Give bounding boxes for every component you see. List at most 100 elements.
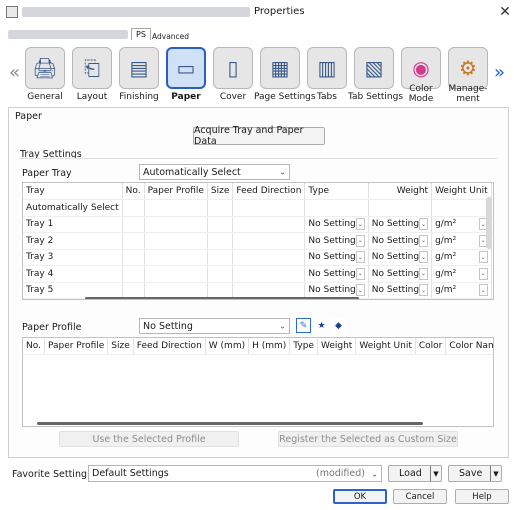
- unit-select[interactable]: g/m² ⌄: [435, 251, 488, 264]
- ribbon-tile-tab-settings[interactable]: ▧: [354, 47, 394, 89]
- ribbon-tile-finishing[interactable]: ▤: [119, 47, 159, 89]
- ribbon-tile-general[interactable]: 🖨: [25, 47, 65, 89]
- tray-col-header[interactable]: Type: [304, 183, 369, 200]
- favorite-setting-select[interactable]: Default Settings (modified) ⌄: [88, 465, 382, 482]
- ribbon-label-7[interactable]: Tab Settings: [348, 92, 403, 102]
- ribbon-label-9[interactable]: Manage-ment: [442, 84, 494, 104]
- ribbon-label-3[interactable]: Paper: [160, 92, 212, 102]
- tray-col-header[interactable]: Weight Unit: [431, 183, 492, 200]
- load-button[interactable]: Load ▼: [388, 465, 442, 482]
- chevron-down-icon[interactable]: ⌄: [355, 284, 365, 297]
- load-dropdown-icon[interactable]: ▼: [430, 466, 441, 481]
- tray-col-header[interactable]: Feed Direction: [232, 183, 306, 200]
- unit-select[interactable]: g/m² ⌄: [435, 218, 488, 231]
- unit-select[interactable]: g/m² ⌄: [435, 284, 488, 297]
- chevron-down-icon[interactable]: ⌄: [419, 251, 429, 264]
- tag-icon[interactable]: ◆: [331, 318, 346, 333]
- chevron-down-icon[interactable]: ⌄: [419, 284, 429, 297]
- tray-col-header[interactable]: Paper Profile: [144, 183, 208, 200]
- profile-col-header[interactable]: Paper Profile: [44, 338, 109, 355]
- profile-col-header[interactable]: W (mm): [205, 338, 250, 355]
- chevron-down-icon[interactable]: ⌄: [419, 234, 429, 247]
- tray-col-header[interactable]: Tray: [23, 183, 123, 200]
- weight-select[interactable]: No Setting ⌄: [372, 218, 429, 231]
- tray-col-header[interactable]: Weight: [368, 183, 433, 200]
- ribbon-label-4[interactable]: Cover: [207, 92, 259, 102]
- register-custom-size-button[interactable]: Register the Selected as Custom Size: [278, 431, 458, 447]
- tray-table[interactable]: Tray No. Paper Profile Size Feed Direction Ty…: [22, 182, 494, 300]
- paper-profile-select[interactable]: No Setting ⌄: [139, 318, 290, 334]
- ribbon-label-8[interactable]: Color Mode: [395, 84, 447, 104]
- save-button[interactable]: Save ▼: [448, 465, 502, 482]
- tray-col-header[interactable]: Size: [207, 183, 234, 200]
- chevron-down-icon[interactable]: ⌄: [355, 251, 365, 264]
- help-button[interactable]: Help: [455, 489, 509, 504]
- profile-col-header[interactable]: Weight Unit: [355, 338, 416, 355]
- unit-select[interactable]: g/m² ⌄: [435, 267, 488, 280]
- profile-col-header[interactable]: Color: [415, 338, 447, 355]
- tray-row[interactable]: Automatically Select: [23, 199, 493, 217]
- ribbon-scroll-right-icon[interactable]: »: [494, 62, 505, 83]
- acquire-tray-paper-button[interactable]: Acquire Tray and Paper Data: [193, 125, 325, 147]
- ribbon-label-2[interactable]: Finishing: [113, 92, 165, 102]
- ribbon-label-5[interactable]: Page Settings: [254, 92, 316, 102]
- chevron-down-icon[interactable]: ⌄: [419, 267, 429, 280]
- tray-col-header[interactable]: No.: [122, 183, 145, 200]
- weight-select[interactable]: No Setting ⌄: [372, 267, 429, 280]
- paper-profile-table[interactable]: No. Paper Profile Size Feed Direction W (mm)…: [22, 337, 494, 427]
- profile-col-header[interactable]: Weight: [317, 338, 357, 355]
- profile-col-header[interactable]: Color Name: [445, 338, 493, 355]
- tray-row[interactable]: Tray 1No Setting⌄No Setting⌄g/m²⌄No: [23, 216, 493, 233]
- unit-select[interactable]: g/m² ⌄: [435, 234, 488, 247]
- tray-col-header[interactable]: Col: [491, 183, 493, 200]
- ribbon-scroll-left-icon[interactable]: «: [9, 62, 20, 83]
- weight-select[interactable]: No Setting ⌄: [372, 284, 429, 297]
- profile-col-header[interactable]: Size: [107, 338, 134, 355]
- type-select[interactable]: No Setting ⌄: [308, 284, 365, 297]
- weight-select[interactable]: No Setting ⌄: [372, 234, 429, 247]
- tray-table-hscroll[interactable]: [85, 297, 359, 299]
- ribbon-tile-tabs[interactable]: ▥: [307, 47, 347, 89]
- use-selected-profile-button[interactable]: Use the Selected Profile: [59, 431, 239, 447]
- chevron-down-icon[interactable]: ⌄: [478, 251, 488, 264]
- edit-profile-icon[interactable]: ✎: [296, 318, 311, 333]
- ribbon-tile-layout[interactable]: ⎗: [72, 47, 112, 89]
- tab-ps[interactable]: PS: [131, 28, 151, 40]
- type-select[interactable]: No Setting ⌄: [308, 251, 365, 264]
- tray-row[interactable]: Tray 3No Setting⌄No Setting⌄g/m²⌄No: [23, 249, 493, 266]
- ribbon-label-0[interactable]: General: [19, 92, 71, 102]
- chevron-down-icon[interactable]: ⌄: [355, 267, 365, 280]
- chevron-down-icon[interactable]: ⌄: [478, 267, 488, 280]
- ribbon-tile-manage-ment[interactable]: ⚙: [448, 47, 488, 89]
- paper-tray-select[interactable]: Automatically Select ⌄: [139, 164, 290, 180]
- chevron-down-icon[interactable]: ⌄: [355, 234, 365, 247]
- profile-col-header[interactable]: No.: [23, 338, 45, 355]
- profile-col-header[interactable]: Type: [289, 338, 318, 355]
- profile-col-header[interactable]: H (mm): [248, 338, 291, 355]
- tab-advanced[interactable]: Advanced: [152, 32, 189, 41]
- ribbon-label-1[interactable]: Layout: [66, 92, 118, 102]
- ribbon-label-6[interactable]: Tabs: [301, 92, 353, 102]
- type-select[interactable]: No Setting ⌄: [308, 218, 365, 231]
- weight-select[interactable]: No Setting ⌄: [372, 251, 429, 264]
- tray-row[interactable]: Tray 2No Setting⌄No Setting⌄g/m²⌄No: [23, 232, 493, 250]
- chevron-down-icon[interactable]: ⌄: [355, 218, 365, 231]
- ribbon-tile-cover[interactable]: ▯: [213, 47, 253, 89]
- type-select[interactable]: No Setting ⌄: [308, 267, 365, 280]
- save-dropdown-icon[interactable]: ▼: [490, 466, 501, 481]
- ok-button[interactable]: OK: [333, 489, 387, 504]
- ribbon-tile-page-settings[interactable]: ▦: [260, 47, 300, 89]
- type-select[interactable]: No Setting ⌄: [308, 234, 365, 247]
- close-icon[interactable]: ✕: [496, 3, 514, 21]
- tray-table-vscroll[interactable]: [486, 197, 492, 249]
- ribbon-tile-paper[interactable]: ▭: [166, 47, 206, 89]
- cancel-button[interactable]: Cancel: [393, 489, 447, 504]
- tray-row[interactable]: Tray 4No Setting⌄No Setting⌄g/m²⌄No: [23, 265, 493, 283]
- profile-col-header[interactable]: Feed Direction: [133, 338, 206, 355]
- tab-redacted[interactable]: [8, 30, 128, 39]
- favorite-star-icon[interactable]: ★: [314, 318, 329, 333]
- chevron-down-icon[interactable]: ⌄: [478, 284, 488, 297]
- profile-table-hscroll[interactable]: [37, 422, 423, 425]
- ribbon-tile-color-mode[interactable]: ◉: [401, 47, 441, 89]
- chevron-down-icon[interactable]: ⌄: [419, 218, 429, 231]
